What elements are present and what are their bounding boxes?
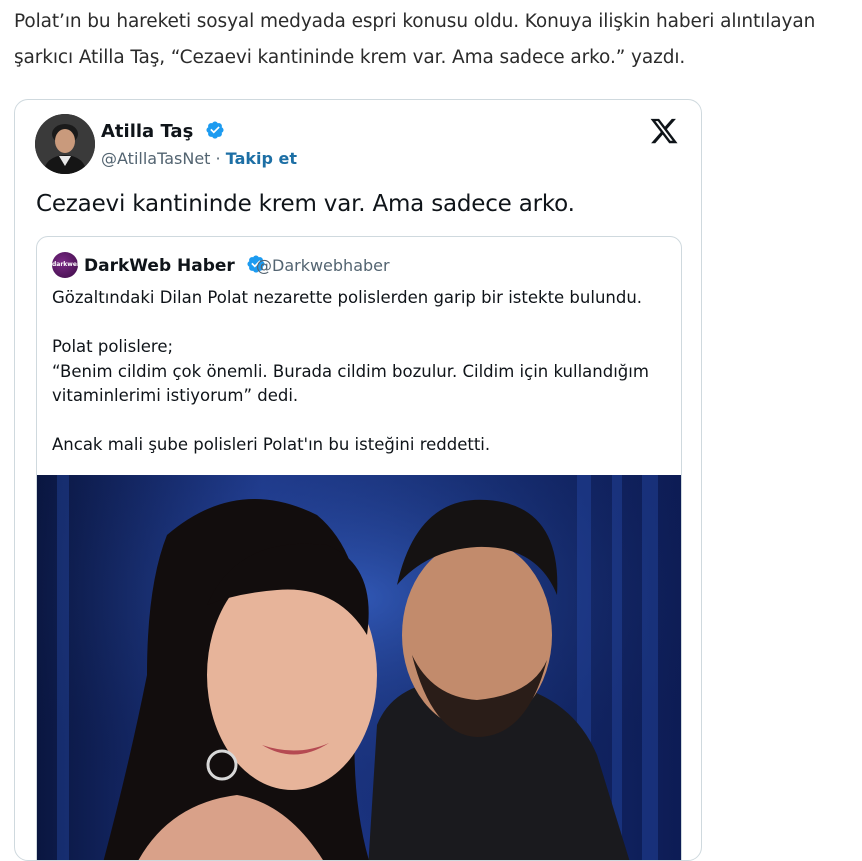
quoted-line: Polat polislere;: [52, 337, 174, 356]
quoted-avatar[interactable]: darkweb: [52, 252, 81, 278]
quoted-author-handle[interactable]: @Darkwebhaber: [256, 256, 390, 275]
quoted-author-name-text[interactable]: DarkWeb Haber: [84, 256, 235, 276]
follow-link[interactable]: Takip et: [226, 149, 297, 168]
author-name[interactable]: Atilla Taş: [101, 120, 225, 142]
author-avatar[interactable]: [35, 114, 95, 174]
quoted-author-name[interactable]: DarkWeb Haber: [84, 254, 266, 276]
separator-dot: ·: [215, 149, 221, 168]
author-handle-row: @AtillaTasNet · Takip et: [101, 149, 297, 168]
verified-badge-icon: [206, 121, 224, 139]
quoted-line: “Benim cildim çok önemli. Burada cildim …: [52, 361, 649, 406]
quoted-line: Gözaltındaki Dilan Polat nezarette polis…: [52, 288, 643, 307]
article-paragraph: Polat’ın bu hareketi sosyal medyada espr…: [14, 11, 816, 68]
quoted-line: Ancak mali şube polisleri Polat'ın bu is…: [52, 435, 491, 454]
quoted-tweet-photo[interactable]: [37, 475, 681, 861]
x-logo-icon[interactable]: [649, 116, 679, 146]
author-handle[interactable]: @AtillaTasNet: [101, 149, 210, 168]
embedded-tweet[interactable]: Atilla Taş @AtillaTasNet · Takip et Ceza…: [14, 99, 702, 861]
quoted-tweet-body: Gözaltındaki Dilan Polat nezarette polis…: [52, 286, 672, 458]
quoted-tweet[interactable]: darkweb DarkWeb Haber @Darkwebhaber Göza…: [36, 236, 682, 861]
author-name-text[interactable]: Atilla Taş: [101, 121, 193, 142]
tweet-text: Cezaevi kantininde krem var. Ama sadece …: [36, 191, 575, 217]
